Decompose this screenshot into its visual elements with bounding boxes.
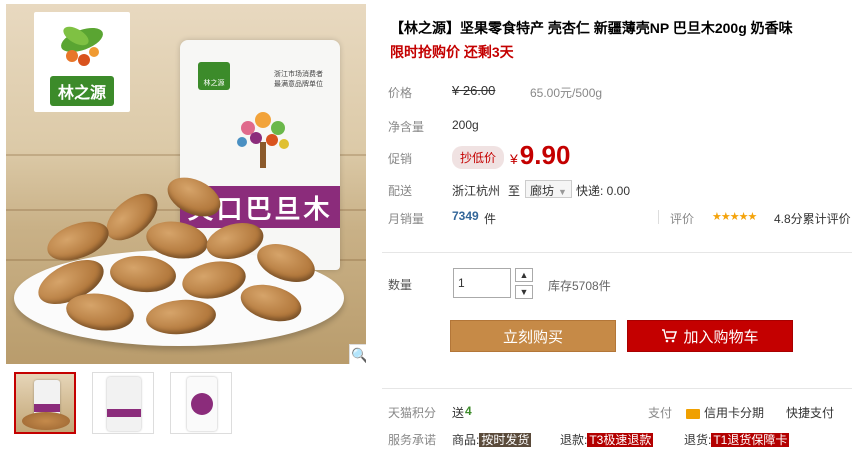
net-weight-label: 净含量 (388, 120, 425, 134)
payment-label: 支付 (648, 406, 673, 420)
product-gallery: 林之源 林之源 浙江市场消费者 最满意品牌单位 笑口巴旦木 🔍 (0, 0, 370, 460)
service-refund-label: 退款: (560, 433, 588, 447)
service-label: 服务承诺 (388, 433, 437, 447)
original-price: ¥ 26.00 (452, 83, 496, 98)
leaf-logo-icon (61, 26, 103, 66)
monthly-sales-unit: 件 (484, 212, 497, 226)
express-fee: 快递: 0.00 (576, 184, 631, 198)
product-subtitle: 限时抢购价 还剩3天 (390, 44, 514, 60)
thumbnail-strip (14, 372, 232, 434)
ship-from: 浙江杭州 (452, 184, 501, 198)
divider-line-2 (382, 388, 852, 389)
quantity-increment-button[interactable]: ▲ (515, 268, 533, 282)
divider (658, 210, 659, 224)
service-goods-label: 商品: (452, 433, 480, 447)
points-prefix: 送 (452, 406, 465, 420)
quick-pay[interactable]: 快捷支付 (786, 404, 834, 421)
magnifier-icon[interactable]: 🔍 (349, 344, 366, 364)
main-product-image[interactable]: 林之源 林之源 浙江市场消费者 最满意品牌单位 笑口巴旦木 🔍 (6, 4, 366, 364)
price-label: 价格 (388, 86, 413, 100)
points-label: 天猫积分 (388, 406, 437, 420)
cart-icon (662, 329, 678, 343)
promo-price: ¥9.90 (510, 140, 570, 171)
brand-logo: 林之源 (34, 12, 130, 112)
promo-price-value: 9.90 (519, 140, 571, 170)
quantity-decrement-button[interactable]: ▼ (515, 285, 533, 299)
service-return-tag[interactable]: T1退货保障卡 (711, 433, 790, 447)
pouch-award-text: 浙江市场消费者 最满意品牌单位 (274, 71, 323, 88)
product-title: 【林之源】坚果零食特产 壳杏仁 新疆薄壳NP 巴旦木200g 奶香味 (390, 20, 793, 36)
rating-stars-icon: ★★★★★ (712, 211, 757, 223)
ship-to-word: 至 (508, 184, 521, 198)
rating-summary[interactable]: 4.8分累计评价 (774, 210, 851, 227)
destination-select[interactable]: 廊坊 ▼ (525, 180, 572, 198)
credit-installment[interactable]: 信用卡分期 (686, 404, 764, 421)
currency-symbol: ¥ (510, 151, 518, 167)
credit-card-icon (686, 408, 700, 419)
monthly-sales-count: 7349 (452, 209, 479, 223)
product-info: 【林之源】坚果零食特产 壳杏仁 新疆薄壳NP 巴旦木200g 奶香味 限时抢购价… (382, 0, 852, 460)
tree-icon (237, 112, 289, 168)
service-goods: 商品: 按时发货 (452, 431, 532, 448)
thumbnail-3[interactable] (170, 372, 232, 434)
buy-now-button[interactable]: 立刻购买 (450, 320, 616, 352)
pouch-logo: 林之源 (198, 62, 230, 90)
promo-label: 促销 (388, 152, 413, 166)
service-return: 退货: T1退货保障卡 (684, 431, 790, 448)
chevron-down-icon: ▼ (558, 187, 567, 197)
stock-count: 库存5708件 (548, 279, 611, 293)
unit-price: 65.00元/500g (530, 86, 603, 100)
divider-line (382, 252, 852, 253)
shipping-label: 配送 (388, 184, 413, 198)
service-return-label: 退货: (684, 433, 712, 447)
service-refund: 退款: T3极速退款 (560, 431, 654, 448)
service-goods-tag[interactable]: 按时发货 (479, 433, 532, 447)
points-value: 4 (465, 404, 472, 418)
thumbnail-2[interactable] (92, 372, 154, 434)
thumbnail-1[interactable] (14, 372, 76, 434)
promo-badge: 抄低价 (452, 146, 505, 169)
service-refund-tag[interactable]: T3极速退款 (587, 433, 654, 447)
destination-value: 廊坊 (530, 184, 555, 198)
quantity-label: 数量 (388, 278, 413, 292)
add-to-cart-button[interactable]: 加入购物车 (627, 320, 793, 352)
credit-installment-label: 信用卡分期 (704, 406, 765, 420)
monthly-sales-label: 月销量 (388, 212, 425, 226)
quantity-input[interactable] (453, 268, 511, 298)
rating-label: 评价 (670, 212, 695, 226)
net-weight-value: 200g (452, 118, 479, 132)
buy-now-label: 立刻购买 (502, 328, 563, 346)
brand-logo-text: 林之源 (49, 76, 114, 106)
add-to-cart-label: 加入购物车 (683, 328, 759, 346)
